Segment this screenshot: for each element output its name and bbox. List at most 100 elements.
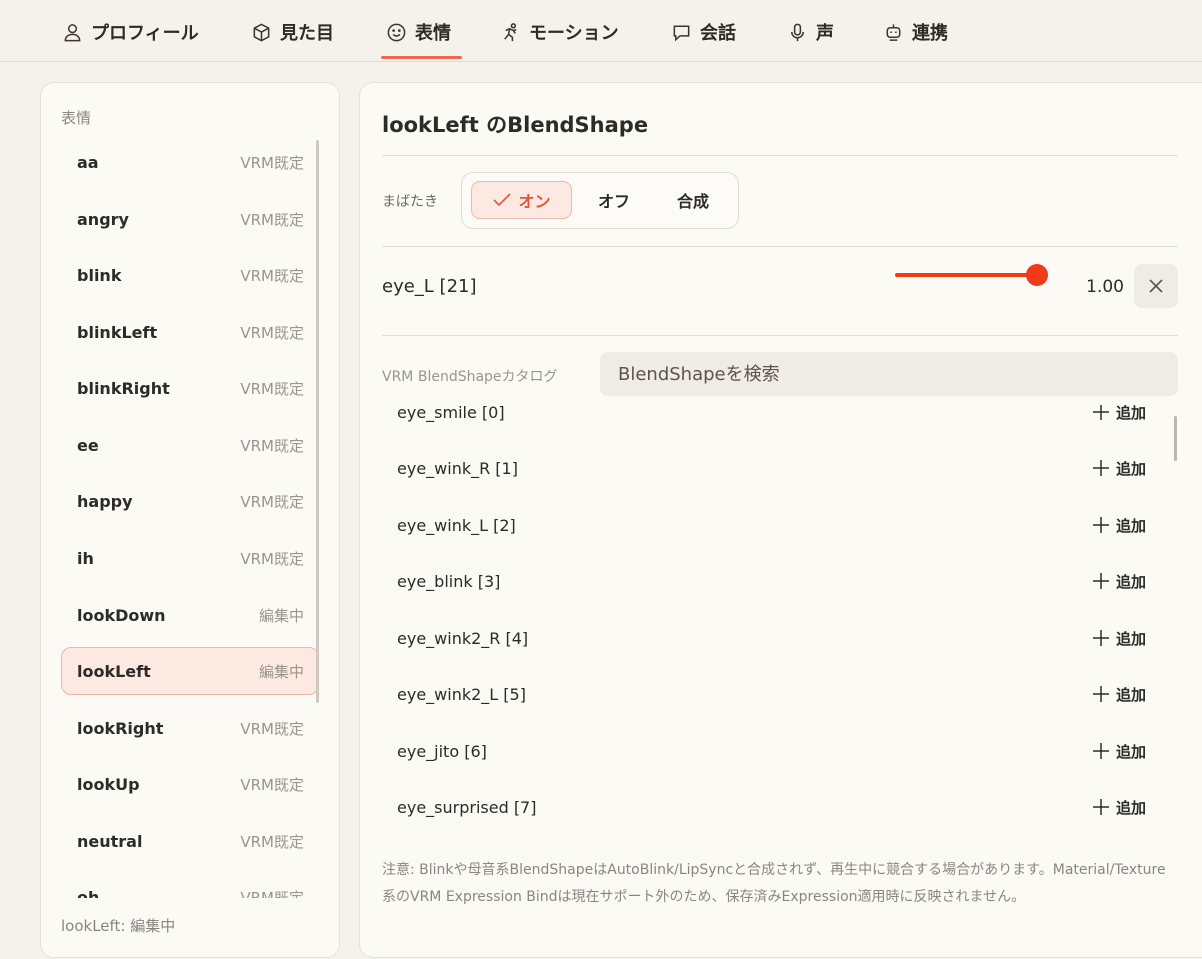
blink-mix-button[interactable]: 合成: [660, 181, 726, 219]
catalog-item-name: eye_blink [3]: [397, 571, 501, 591]
tab-label: 声: [816, 23, 834, 44]
running-figure-icon: [504, 22, 517, 41]
expression-name: blink: [77, 265, 122, 285]
remove-binding-button[interactable]: [1134, 264, 1178, 308]
add-label: 追加: [1115, 459, 1146, 478]
check-icon: [493, 193, 512, 207]
cube-icon: [253, 23, 270, 41]
catalog-item-name: eye_wink2_L [5]: [397, 684, 526, 704]
slider-track: [895, 273, 1037, 277]
expression-status: VRM既定: [240, 492, 304, 511]
list-item: eye_wink2_R [4] 追加: [382, 610, 1162, 666]
compatibility-note: 注意: Blinkや母音系BlendShapeはAutoBlink/LipSyn…: [382, 862, 1166, 905]
tab-label: 連携: [912, 23, 948, 44]
catalog-scrollbar[interactable]: [1174, 416, 1177, 461]
blendshape-search-input[interactable]: [600, 352, 1178, 396]
tab-conversation[interactable]: 会話: [671, 19, 736, 45]
active-tab-indicator: [381, 56, 462, 59]
expression-status: VRM既定: [240, 210, 304, 229]
add-button[interactable]: 追加: [1092, 628, 1146, 649]
list-item[interactable]: angry VRM既定: [61, 195, 319, 243]
expression-status: VRM既定: [240, 153, 304, 172]
catalog-label: VRM BlendShapeカタログ: [382, 369, 558, 385]
blink-off-button[interactable]: オフ: [584, 181, 644, 219]
microphone-icon: [791, 23, 804, 41]
list-item[interactable]: lookUp VRM既定: [61, 760, 319, 808]
list-item[interactable]: blinkLeft VRM既定: [61, 308, 319, 356]
list-item: eye_wink_L [2] 追加: [382, 497, 1162, 553]
add-button[interactable]: 追加: [1092, 515, 1146, 536]
tab-label: モーション: [529, 23, 619, 44]
expression-list-scrollbar[interactable]: [316, 140, 319, 703]
blink-on-button[interactable]: オン: [471, 181, 572, 219]
expression-list[interactable]: aa VRM既定 angry VRM既定 blink VRM既定 blinkLeft V…: [61, 138, 319, 898]
list-item[interactable]: oh VRM既定: [61, 873, 319, 899]
add-button[interactable]: 追加: [1092, 405, 1146, 423]
tab-bar: プロフィール 見た目 表情 モーション 会話 声 連携: [0, 0, 1202, 62]
list-item[interactable]: lookDown 編集中: [61, 591, 319, 639]
expression-status: VRM既定: [240, 323, 304, 342]
weight-value: 1.00: [1086, 277, 1124, 297]
bound-blendshape-name: eye_L [21]: [382, 276, 477, 297]
add-label: 追加: [1115, 572, 1146, 591]
list-item[interactable]: blink VRM既定: [61, 251, 319, 299]
expression-status: VRM既定: [240, 719, 304, 738]
tab-expression[interactable]: 表情: [386, 19, 451, 45]
chat-bubble-icon: [673, 25, 690, 41]
add-button[interactable]: 追加: [1092, 797, 1146, 818]
weight-slider[interactable]: [895, 264, 1048, 286]
catalog-item-name: eye_jito [6]: [397, 741, 487, 761]
plus-icon: [1092, 743, 1109, 759]
catalog-item-name: eye_wink_R [1]: [397, 458, 518, 478]
expression-name: lookUp: [77, 774, 140, 794]
tab-motion[interactable]: モーション: [500, 19, 619, 45]
tab-label: 会話: [700, 23, 736, 44]
plus-icon: [1092, 799, 1109, 815]
plus-icon: [1092, 405, 1109, 420]
robot-icon: [886, 23, 901, 41]
list-item[interactable]: aa VRM既定: [61, 138, 319, 186]
add-label: 追加: [1115, 405, 1146, 422]
expression-name: lookRight: [77, 718, 164, 738]
expression-status: VRM既定: [240, 832, 304, 851]
plus-icon: [1092, 630, 1109, 646]
expression-list-panel: 表情 aa VRM既定 angry VRM既定 blink VRM既定 blinkLe…: [40, 82, 340, 958]
add-button[interactable]: 追加: [1092, 458, 1146, 479]
add-label: 追加: [1115, 685, 1146, 704]
tab-profile[interactable]: プロフィール: [62, 19, 199, 45]
tab-integration[interactable]: 連携: [883, 19, 948, 45]
add-button[interactable]: 追加: [1092, 684, 1146, 705]
list-item[interactable]: blinkRight VRM既定: [61, 364, 319, 412]
expression-name: aa: [77, 152, 99, 172]
expression-status: VRM既定: [240, 379, 304, 398]
expression-name: ih: [77, 548, 94, 568]
list-item[interactable]: neutral VRM既定: [61, 817, 319, 865]
add-label: 追加: [1115, 798, 1146, 817]
expression-name: oh: [77, 887, 100, 899]
plus-icon: [1092, 573, 1109, 589]
plus-icon: [1092, 460, 1109, 476]
tab-appearance[interactable]: 見た目: [251, 19, 334, 45]
divider: [382, 155, 1178, 156]
slider-handle[interactable]: [1026, 264, 1048, 286]
divider: [382, 335, 1178, 336]
blink-mode-toggle: オン オフ 合成: [461, 172, 739, 229]
blendshape-catalog-list[interactable]: eye_smile [0] 追加 eye_wink_R [1] 追加 eye_w…: [382, 405, 1178, 835]
add-label: 追加: [1115, 629, 1146, 648]
tab-voice[interactable]: 声: [787, 19, 834, 45]
add-label: 追加: [1115, 742, 1146, 761]
plus-icon: [1092, 517, 1109, 533]
smiley-icon: [387, 23, 406, 41]
list-item: eye_smile [0] 追加: [382, 405, 1162, 440]
list-item[interactable]: ee VRM既定: [61, 421, 319, 469]
list-item[interactable]: happy VRM既定: [61, 477, 319, 525]
list-item: eye_wink_R [1] 追加: [382, 440, 1162, 496]
add-button[interactable]: 追加: [1092, 571, 1146, 592]
list-item-selected[interactable]: lookLeft 編集中: [61, 647, 319, 695]
add-button[interactable]: 追加: [1092, 741, 1146, 762]
expression-status: 編集中: [258, 606, 304, 625]
list-item[interactable]: ih VRM既定: [61, 534, 319, 582]
expression-name: happy: [77, 491, 133, 511]
expression-name: blinkRight: [77, 378, 170, 398]
list-item[interactable]: lookRight VRM既定: [61, 704, 319, 752]
